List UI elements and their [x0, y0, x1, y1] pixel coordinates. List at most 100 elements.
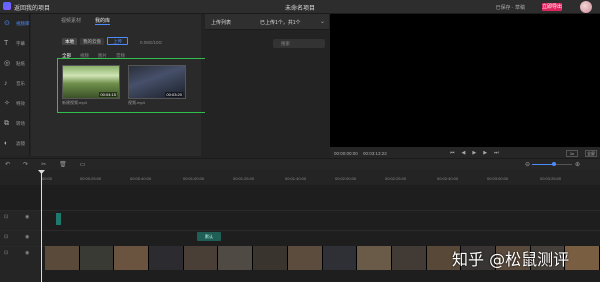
split-icon[interactable]: ✂: [41, 161, 46, 168]
play-icon[interactable]: ▶: [472, 150, 476, 156]
eye-icon[interactable]: ◉: [25, 250, 29, 256]
media-thumbnail-1[interactable]: 00:04:15: [62, 65, 120, 99]
video-frame: [79, 246, 115, 270]
ruler-tick: 00:03:00:00: [487, 176, 509, 181]
redo-icon[interactable]: ↷: [23, 161, 28, 168]
ruler-tick: 00:01:40:00: [285, 176, 307, 181]
video-frame: [183, 246, 219, 270]
video-frame: [287, 246, 323, 270]
sidebar-item-filter[interactable]: ◐ 滤镜: [0, 136, 30, 156]
upload-list-title: 上传列表: [211, 20, 232, 26]
lock-icon[interactable]: ⊡: [4, 250, 8, 256]
media-name-1: 新建视频.mp4: [62, 100, 87, 105]
zoom-slider[interactable]: [532, 162, 572, 166]
timeline-tools: ↶ ↷ ✂ 🗑 ▭: [5, 161, 85, 168]
sidebar-item-transition[interactable]: ⧉ 转场: [0, 116, 30, 136]
zoom-handle[interactable]: [552, 162, 556, 166]
subtitle-clip[interactable]: 默认: [197, 232, 221, 241]
step-forward-icon[interactable]: ▶: [483, 150, 487, 156]
sidebar-item-label: 字幕: [16, 41, 25, 46]
video-frame: [253, 246, 288, 270]
track-row-subtitle: ⊡ ◉: [0, 230, 600, 246]
upload-count: 已上传1个，共1个: [260, 20, 301, 26]
sidebar: ⊙ 视频库 T 字幕 ◎ 贴纸 ♪ 音乐 ✧ 特效 ⧉ 转场 ◐ 滤镜: [0, 14, 30, 156]
sidebar-item-effects[interactable]: ✧ 特效: [0, 96, 30, 116]
filter-row: 本地 我的云盘 上传: [62, 37, 128, 45]
ruler-tick: 00:00:25:00: [80, 176, 102, 181]
text-icon: T: [4, 40, 9, 47]
playhead[interactable]: [41, 171, 42, 282]
upload-button[interactable]: 上传: [107, 37, 128, 45]
tab-my-library[interactable]: 我的库: [95, 17, 111, 25]
filter-local[interactable]: 本地: [62, 37, 77, 45]
preview-player[interactable]: [330, 14, 600, 156]
timeline-toolbar: ↶ ↷ ✂ 🗑 ▭ ⊖ ⊕: [0, 158, 600, 170]
search-input[interactable]: 搜索: [273, 39, 325, 48]
storage-usage: 0.08G/10G: [140, 40, 163, 45]
sidebar-item-label: 特效: [16, 101, 25, 106]
video-frame: [357, 246, 392, 270]
sidebar-item-video[interactable]: ⊙ 视频库: [0, 16, 30, 36]
ruler-tick: 00:00: [42, 176, 53, 181]
zoom-fill: [532, 164, 552, 165]
top-bar: 返回我的项目 未命名项目 已保存 · 草稿 立即导出: [0, 0, 600, 14]
delete-icon[interactable]: 🗑: [59, 161, 67, 168]
effect-clip[interactable]: [56, 213, 61, 225]
media-tabs: 视频素材 我的库: [61, 17, 111, 25]
track-header: ⊡ ◉: [0, 247, 40, 282]
sidebar-item-label: 贴纸: [16, 61, 25, 66]
sticker-icon: ◎: [4, 60, 11, 67]
watermark-text: 知乎 @松鼠测评: [452, 250, 570, 269]
sidebar-item-music[interactable]: ♪ 音乐: [0, 76, 30, 96]
chevron-down-icon[interactable]: ⌄: [320, 18, 325, 25]
crop-icon[interactable]: ▭: [80, 161, 86, 168]
export-button[interactable]: 立即导出: [542, 3, 562, 11]
skip-back-icon[interactable]: ⏮: [450, 150, 455, 156]
step-back-icon[interactable]: ◀: [462, 150, 466, 156]
save-status: 已保存 · 草稿: [495, 5, 525, 11]
eye-icon[interactable]: ◉: [25, 214, 29, 220]
media-thumbnail-2[interactable]: 00:03:20: [128, 65, 186, 99]
editor-window: 返回我的项目 未命名项目 已保存 · 草稿 立即导出 ⊙ 视频库 T 字幕 ◎ …: [0, 0, 600, 282]
transport-controls: ⏮ ◀ ▶ ▶ ⏭: [450, 150, 499, 156]
timeline-ruler[interactable]: 00:00 00:00:25:00 00:00:40:00 00:01:00:0…: [40, 172, 600, 184]
track-header: ⊡ ◉: [0, 211, 40, 230]
ruler-tick: 00:02:25:00: [385, 176, 407, 181]
effects-icon: ✧: [4, 100, 10, 107]
ruler-tick: 00:01:25:00: [233, 176, 255, 181]
zoom-in-icon[interactable]: ⊕: [575, 161, 580, 168]
upload-list-panel: 上传列表 已上传1个，共1个 ⌄ 搜索: [205, 14, 329, 156]
ruler-tick: 00:02:00:00: [335, 176, 357, 181]
sidebar-item-label: 音乐: [16, 81, 25, 86]
sidebar-item-label: 视频库: [16, 21, 30, 26]
video-frame: [218, 246, 254, 270]
lock-icon[interactable]: ⊡: [4, 214, 8, 220]
video-frame: [45, 246, 80, 270]
total-timecode: 00:03:13:22: [363, 151, 387, 156]
film-icon: ⊙: [4, 20, 10, 27]
video-frame: [565, 246, 600, 270]
lock-icon[interactable]: ⊡: [4, 234, 8, 240]
music-icon: ♪: [4, 80, 8, 87]
filter-icon: ◐: [4, 140, 9, 147]
eye-icon[interactable]: ◉: [25, 234, 29, 240]
sidebar-item-sticker[interactable]: ◎ 贴纸: [0, 56, 30, 76]
avatar[interactable]: [580, 1, 592, 13]
tab-stock-video[interactable]: 视频素材: [61, 17, 81, 25]
fullscreen-button[interactable]: 全屏: [585, 150, 597, 157]
undo-icon[interactable]: ↶: [5, 161, 10, 168]
sidebar-item-label: 滤镜: [16, 141, 25, 146]
skip-forward-icon[interactable]: ⏭: [494, 150, 499, 156]
sidebar-item-text[interactable]: T 字幕: [0, 36, 30, 56]
filter-cloud[interactable]: 我的云盘: [80, 37, 104, 45]
zoom-out-icon[interactable]: ⊖: [525, 161, 530, 168]
ruler-tick: 00:03:25:00: [540, 176, 562, 181]
sidebar-item-label: 转场: [16, 121, 25, 126]
track-row-effects: ⊡ ◉: [0, 210, 600, 230]
transition-icon: ⧉: [4, 120, 9, 127]
video-frame: [322, 246, 358, 270]
playback-rate[interactable]: 1x: [566, 150, 578, 157]
video-frame: [391, 246, 427, 270]
duration-badge: 00:04:15: [99, 92, 117, 97]
ruler-tick: 00:02:40:00: [437, 176, 459, 181]
